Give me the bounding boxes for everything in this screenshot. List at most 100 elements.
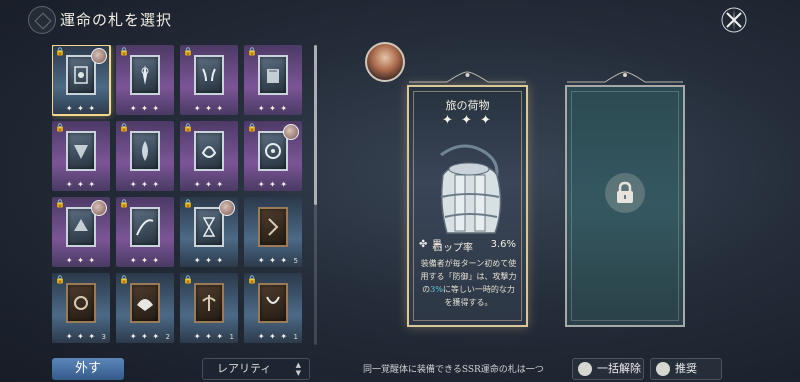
card-slot[interactable]: 🔒 ✦ ✦ ✦: [244, 121, 302, 191]
scroll-thumb[interactable]: [314, 45, 317, 205]
rarity-stars: ✦ ✦ ✦: [129, 256, 161, 265]
card-slot[interactable]: 🔒 ✦ ✦ ✦: [116, 197, 174, 267]
equipped-character-avatar: [283, 124, 299, 140]
equip-notice: 同一覚醒体に装備できるSSR運命の札は一つ: [363, 365, 544, 375]
card-art-icon: [74, 145, 88, 159]
rarity-sort-select[interactable]: レアリティ ▲ ▼: [202, 358, 310, 380]
card-slot[interactable]: 🔒 ✦ ✦ ✦: [52, 45, 111, 116]
card-thumbnail: [194, 207, 224, 247]
desc-line-3: の3%に等しい一時的な力: [417, 283, 520, 296]
card-slot[interactable]: 🔒 ✦ ✦ ✦: [244, 45, 302, 115]
card-thumbnail: [258, 131, 288, 171]
character-avatar[interactable]: [365, 42, 405, 82]
recommend-button[interactable]: 推奨: [650, 358, 722, 380]
card-art-icon: [137, 299, 153, 311]
lock-icon: 🔒: [183, 47, 193, 56]
rarity-stars: ✦ ✦ ✦: [129, 180, 161, 189]
card-slot[interactable]: 🔒 ✦ ✦ ✦: [116, 45, 174, 115]
card-slot[interactable]: 🔒 ✦ ✦ ✦ 2: [116, 273, 174, 343]
slot-ornament: [567, 71, 683, 83]
lock-icon: 🔒: [119, 199, 129, 208]
card-slot[interactable]: 🔒 ✦ ✦ ✦: [52, 197, 110, 267]
card-slot[interactable]: 🔒 ✦ ✦ ✦ 1: [244, 273, 302, 343]
bulk-remove-icon: [578, 362, 592, 376]
card-grid: 🔒 ✦ ✦ ✦ 🔒 ✦ ✦ ✦ 🔒 ✦ ✦ ✦ 🔒 ✦ ✦ ✦ 🔒 ✦ ✦ ✦ 🔒 ✦ ✦ ✦ 🔒 ✦ ✦…: [52, 45, 310, 345]
card-thumbnail: [258, 207, 288, 247]
header: 運命の札を選択: [0, 0, 360, 40]
desc-highlight: 3%: [430, 285, 443, 294]
card-art-icon: [267, 69, 279, 83]
rarity-stars: ✦ ✦ ✦: [257, 104, 289, 113]
lock-icon: 🔒: [119, 275, 129, 284]
card-slot[interactable]: 🔒 ✦ ✦ ✦: [180, 45, 238, 115]
card-thumbnail: [258, 283, 288, 323]
remove-button[interactable]: 外す: [52, 358, 124, 380]
card-rarity-stars: ✦ ✦ ✦: [442, 113, 493, 128]
equipped-character-avatar: [91, 48, 107, 64]
card-ornament: [409, 71, 526, 83]
card-count: 1: [229, 333, 234, 341]
close-button[interactable]: [720, 6, 748, 34]
locked-card-slot[interactable]: [565, 85, 685, 327]
card-count: 1: [293, 333, 298, 341]
desc-line-2: 用する「防御」は、攻撃力: [420, 272, 517, 281]
card-thumbnail: [66, 283, 96, 323]
scrollbar[interactable]: [314, 45, 317, 345]
card-art-icon: [265, 143, 281, 159]
lock-icon: 🔒: [55, 47, 65, 56]
rarity-stars: ✦ ✦ ✦: [193, 256, 225, 265]
sort-arrows-icon: ▲ ▼: [295, 361, 301, 377]
page-title: 運命の札を選択: [60, 11, 173, 29]
backpack-icon: [440, 144, 502, 234]
card-slot[interactable]: ✦ ✦ ✦ 5: [244, 197, 302, 267]
clover-icon: ✤: [419, 239, 428, 250]
card-art-icon: [136, 219, 154, 236]
card-art-icon: [266, 296, 280, 304]
card-slot[interactable]: 🔒 ✦ ✦ ✦: [116, 121, 174, 191]
card-thumbnail: [66, 207, 96, 247]
card-count: 5: [293, 257, 298, 265]
equipped-character-avatar: [91, 200, 107, 216]
lock-icon: 🔒: [183, 199, 193, 208]
card-art-icon: [268, 218, 279, 236]
lock-icon: 🔒: [183, 275, 193, 284]
card-slot[interactable]: 🔒 ✦ ✦ ✦ 1: [180, 273, 238, 343]
card-art-icon: [74, 66, 88, 84]
card-description: 装備者が毎ターン初めて使 用する「防御」は、攻撃力 の3%に等しい一時的な力 を…: [417, 257, 520, 309]
card-art-icon: [74, 296, 88, 310]
lock-icon: 🔒: [55, 275, 65, 284]
bulk-remove-label: 一括解除: [597, 362, 641, 375]
lock-icon: 🔒: [119, 47, 129, 56]
card-count: 3: [101, 333, 106, 341]
card-slot[interactable]: 🔒 ✦ ✦ ✦: [180, 197, 238, 267]
equipped-card[interactable]: 旅の荷物 ✦ ✦ ✦ ✤ ロップ率 3.6% 装備者が毎ターン初めて使 用する「…: [407, 85, 528, 327]
card-thumbnail: [66, 55, 96, 95]
card-thumbnail: [258, 55, 288, 95]
card-thumbnail: [194, 131, 224, 171]
card-stat-prefix: 黒: [432, 240, 442, 251]
rarity-stars: ✦ ✦ ✦: [193, 104, 225, 113]
card-thumbnail: [194, 55, 224, 95]
rarity-stars: ✦ ✦ ✦: [65, 256, 97, 265]
card-slot[interactable]: 🔒 ✦ ✦ ✦: [180, 121, 238, 191]
stat-value: 3.6%: [490, 239, 516, 250]
bulk-remove-button[interactable]: 一括解除: [572, 358, 644, 380]
lock-icon: 🔒: [183, 123, 193, 132]
lock-icon: 🔒: [119, 123, 129, 132]
desc-line-4: を獲得する。: [444, 298, 493, 307]
recommend-label: 推奨: [675, 362, 697, 375]
card-slot[interactable]: 🔒 ✦ ✦ ✦ 3: [52, 273, 110, 343]
desc-line-1: 装備者が毎ターン初めて使: [420, 259, 517, 268]
card-art-icon: [142, 141, 148, 161]
rarity-stars: ✦ ✦ ✦: [65, 104, 97, 113]
lock-icon: 🔒: [247, 123, 257, 132]
card-slot[interactable]: 🔒 ✦ ✦ ✦: [52, 121, 110, 191]
card-thumbnail: [130, 55, 160, 95]
card-art-icon: [202, 217, 216, 237]
card-count: 2: [165, 333, 170, 341]
card-thumbnail: [194, 283, 224, 323]
rarity-stars: ✦ ✦ ✦: [129, 104, 161, 113]
card-name: 旅の荷物: [445, 99, 490, 112]
desc-line-3a: の: [422, 285, 431, 294]
rarity-stars: ✦ ✦ ✦: [65, 180, 97, 189]
